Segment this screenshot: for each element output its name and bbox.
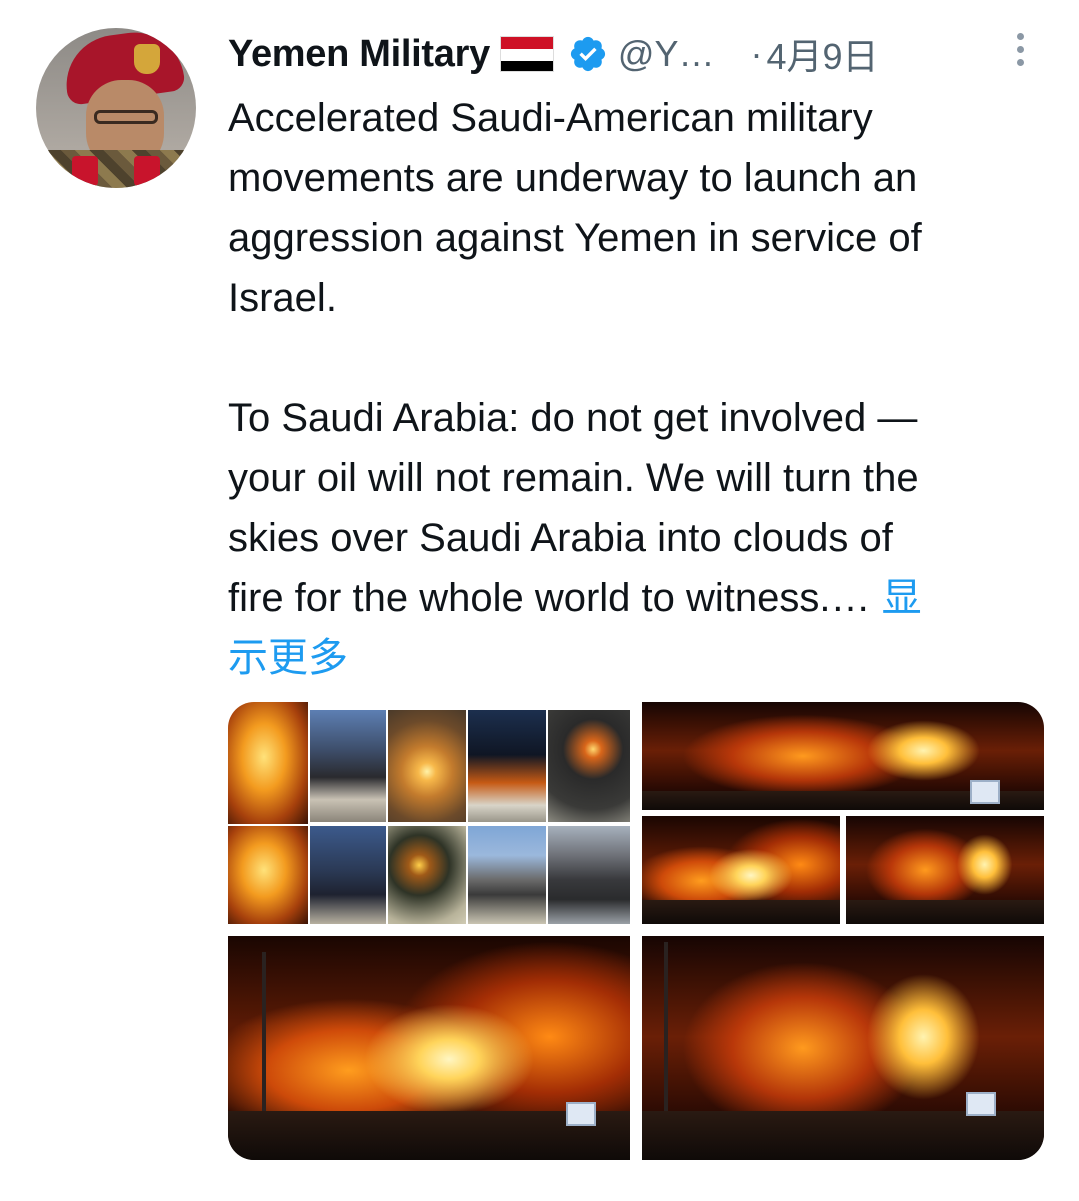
tweet-date[interactable]: 4月9日 — [766, 28, 878, 80]
tweet-text-line-last: fire for the whole world to witness.… 显 — [228, 568, 1028, 628]
author-avatar[interactable] — [36, 28, 196, 188]
more-options-icon[interactable] — [1010, 30, 1030, 70]
yemen-flag-icon — [499, 36, 554, 72]
separator-dot: · — [750, 33, 763, 74]
media-image-1[interactable] — [228, 702, 630, 924]
tweet-text-line: Accelerated Saudi-American military — [228, 96, 873, 140]
media-image-4[interactable] — [642, 936, 1044, 1160]
show-more-link[interactable]: 显 — [882, 576, 922, 620]
tweet-text-line: fire for the whole world to witness.… — [228, 576, 871, 620]
tweet-text-line: skies over Saudi Arabia into clouds of — [228, 516, 893, 560]
author-name[interactable]: Yemen Military — [228, 33, 490, 76]
media-image-2[interactable] — [642, 702, 1044, 924]
tweet-text-line: your oil will not remain. We will turn t… — [228, 456, 919, 500]
show-more-link-continued[interactable]: 示更多 — [228, 636, 348, 680]
media-image-3[interactable] — [228, 936, 630, 1160]
tweet[interactable]: Yemen Military @Y… · 4月9日 Accelerated Sa… — [0, 0, 1079, 1201]
media-grid — [228, 702, 1044, 1160]
tweet-text-line: movements are underway to launch an — [228, 156, 918, 200]
tweet-header: Yemen Military @Y… · 4月9日 — [228, 28, 879, 80]
tweet-text: Accelerated Saudi-American military move… — [228, 88, 1028, 688]
tweet-text-line: aggression against Yemen in service of — [228, 216, 922, 260]
tweet-text-line: Israel. — [228, 276, 337, 320]
tweet-text-line: To Saudi Arabia: do not get involved — — [228, 396, 918, 440]
author-handle[interactable]: @Y… — [618, 33, 715, 75]
verified-badge-icon — [570, 36, 606, 72]
